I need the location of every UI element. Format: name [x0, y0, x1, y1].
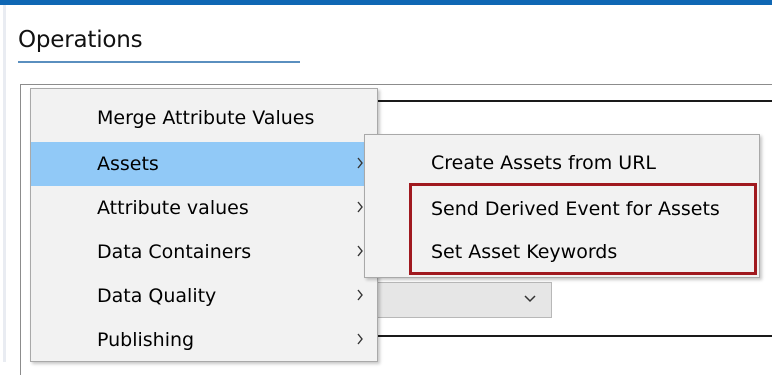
- chevron-down-icon[interactable]: [523, 292, 537, 306]
- menu-item-assets[interactable]: Assets: [31, 142, 377, 186]
- chevron-right-icon: [357, 333, 363, 345]
- submenu-item-label: Create Assets from URL: [431, 152, 656, 174]
- section-title: Operations: [18, 27, 143, 53]
- menu-item-data-quality[interactable]: Data Quality: [31, 274, 377, 318]
- menu-item-label: Merge Attribute Values: [97, 107, 315, 129]
- menu-item-label: Data Containers: [97, 241, 252, 263]
- chevron-right-icon: [357, 289, 363, 301]
- menu-item-label: Attribute values: [97, 197, 249, 219]
- menu-item-label: Assets: [97, 153, 159, 175]
- panel-divider-bottom: [376, 335, 772, 337]
- submenu-item-create-assets-from-url[interactable]: Create Assets from URL: [365, 141, 759, 185]
- section-title-underline: [18, 61, 300, 63]
- menu-item-merge-attribute-values[interactable]: Merge Attribute Values: [31, 96, 377, 140]
- menu-item-attribute-values[interactable]: Attribute values: [31, 186, 377, 230]
- operations-context-menu: Merge Attribute Values Assets Attribute …: [30, 88, 378, 362]
- panel-divider-top: [376, 100, 772, 102]
- left-border: [3, 5, 6, 362]
- operation-dropdown[interactable]: [370, 282, 552, 318]
- menu-item-publishing[interactable]: Publishing: [31, 318, 377, 362]
- annotation-highlight-box: [409, 183, 757, 275]
- window-top-bar: [0, 0, 772, 5]
- menu-item-label: Data Quality: [97, 285, 217, 307]
- menu-item-label: Publishing: [97, 329, 195, 351]
- menu-item-data-containers[interactable]: Data Containers: [31, 230, 377, 274]
